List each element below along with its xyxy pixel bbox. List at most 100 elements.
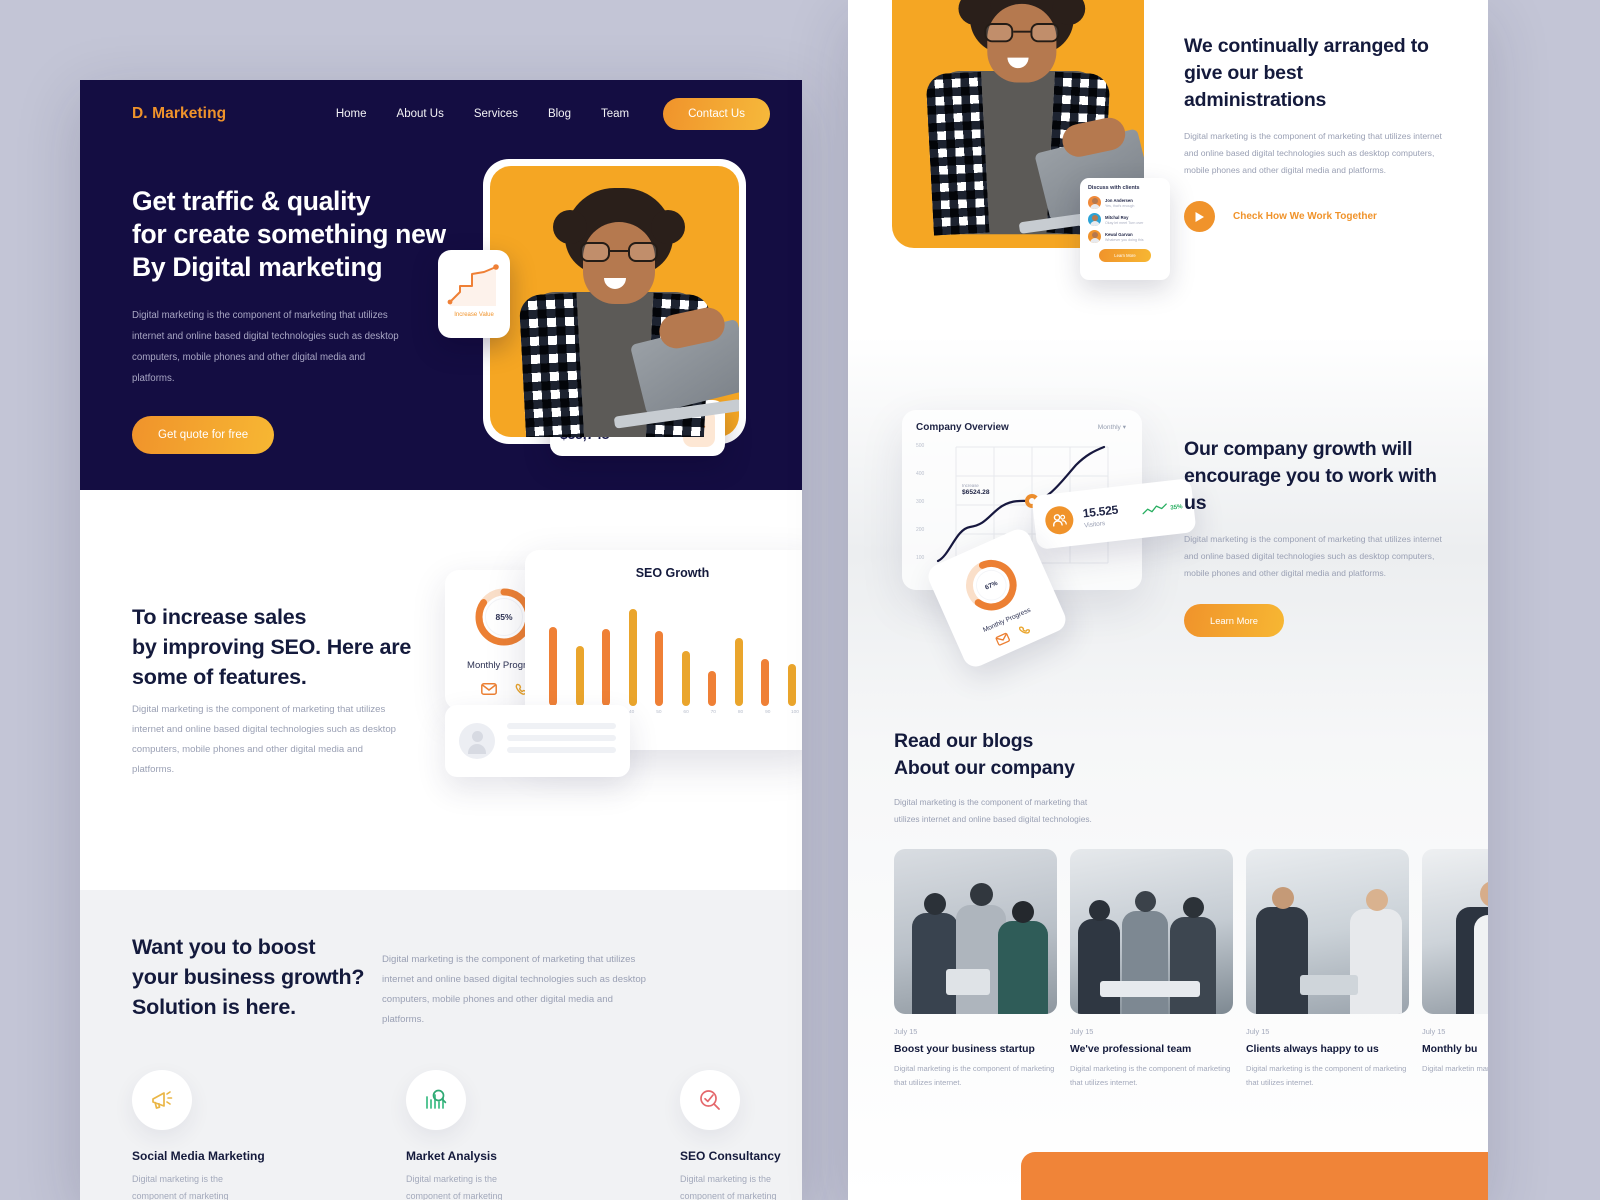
- seo-growth-title: SEO Growth: [635, 566, 710, 580]
- client-message: Okay let meet Turn over: [1105, 220, 1144, 225]
- service-card-seo-consultancy[interactable]: SEO Consultancy Digital marketing is the…: [680, 1070, 802, 1200]
- blog-card[interactable]: July 15 We've professional team Digital …: [1070, 849, 1233, 1090]
- bar-4: [628, 609, 637, 706]
- bar-9: [761, 658, 770, 706]
- service-text: Digital marketing is the component of ma…: [406, 1174, 503, 1200]
- company-growth-block: Our company growth will encourage you to…: [1184, 436, 1454, 637]
- bar-7: [708, 670, 717, 706]
- visitors-icon-wrap: [1043, 504, 1075, 536]
- company-growth-title-line-2: encourage you to work with us: [1184, 465, 1437, 514]
- blog-title: We've professional team: [1070, 1044, 1192, 1055]
- contact-us-button[interactable]: Contact Us: [663, 98, 770, 130]
- right-page-board: Discuss with clients Jon Andersen Yes, t…: [848, 0, 1488, 1200]
- nav-item-blog[interactable]: Blog: [548, 108, 571, 120]
- client-row[interactable]: Mitchal Roy Okay let meet Turn over: [1088, 213, 1162, 226]
- bar-chart-search-icon: [426, 1089, 447, 1109]
- footer-cta-band[interactable]: [1021, 1152, 1488, 1200]
- annotation-label: Increase: [962, 483, 979, 488]
- increase-value-card: Increase Value: [438, 250, 510, 338]
- play-video-button[interactable]: [1184, 201, 1215, 232]
- service-title: Market Analysis: [406, 1149, 497, 1163]
- blog-card[interactable]: July 15 Boost your business startup Digi…: [894, 849, 1057, 1090]
- company-growth-title-line-1: Our company growth will: [1184, 438, 1413, 460]
- x-tick: 100: [790, 710, 799, 715]
- visitors-value: 15.525: [1081, 502, 1119, 520]
- bar-6: [681, 651, 690, 706]
- nav-item-home[interactable]: Home: [336, 108, 367, 120]
- mail-icon[interactable]: [995, 632, 1011, 646]
- blogs-heading-block: Read our blogs About our company Digital…: [894, 728, 1488, 828]
- check-how-we-work-link[interactable]: Check How We Work Together: [1233, 211, 1377, 222]
- service-card-social-media-marketing[interactable]: Social Media Marketing Digital marketing…: [132, 1070, 267, 1200]
- y-tick: 300: [916, 499, 925, 505]
- chevron-down-icon: ▾: [1122, 424, 1126, 431]
- hero-title-line-3: By Digital marketing: [132, 252, 383, 282]
- seo-title-line-1: To increase sales: [132, 605, 307, 629]
- client-row[interactable]: Jon Andersen Yes, that's enough: [1088, 196, 1162, 209]
- increase-value-label: Increase Value: [454, 312, 494, 318]
- video-link-row: Check How We Work Together: [1184, 201, 1450, 232]
- bar-1: [549, 626, 557, 706]
- discuss-learn-more-button[interactable]: Learn More: [1099, 249, 1151, 262]
- company-overview-title: Company Overview: [916, 422, 1009, 433]
- y-tick: 400: [916, 471, 925, 477]
- blog-card[interactable]: July 15 Monthly bu Digital marketin mark…: [1422, 849, 1488, 1090]
- blog-date: July 15: [894, 1027, 918, 1036]
- service-text: Digital marketing is the component of ma…: [680, 1174, 777, 1200]
- blogs-title-line-1: Read our blogs: [894, 730, 1034, 752]
- blog-text: Digital marketing is the component of ma…: [1070, 1064, 1231, 1087]
- seo-growth-bars: [541, 596, 802, 706]
- blog-card[interactable]: July 15 Clients always happy to us Digit…: [1246, 849, 1409, 1090]
- x-tick: 70: [710, 710, 716, 715]
- company-overview-visual: Company Overview Monthly ▾ 500 400 300 2…: [884, 395, 1197, 675]
- blog-image: [1246, 849, 1409, 1014]
- blog-text: Digital marketin marketing that: [1422, 1064, 1488, 1073]
- boost-section-title: Want you to boost your business growth? …: [132, 932, 382, 1022]
- bar-8: [734, 637, 743, 706]
- client-row[interactable]: Kewal Garvan Whatever you doing this: [1088, 230, 1162, 243]
- megaphone-icon: [152, 1091, 173, 1109]
- discuss-card-title: Discuss with clients: [1088, 185, 1140, 191]
- nav-item-services[interactable]: Services: [474, 108, 518, 120]
- hero-copy: Get traffic & quality for create somethi…: [132, 185, 462, 454]
- company-overview-period-select[interactable]: Monthly ▾: [1098, 423, 1126, 431]
- service-title: SEO Consultancy: [680, 1149, 781, 1163]
- learn-more-button[interactable]: Learn More: [1184, 604, 1284, 637]
- visitors-percent: 35%: [1169, 502, 1183, 512]
- administrations-block: We continually arranged to give our best…: [1184, 33, 1450, 232]
- annotation-value: $6524.28: [962, 489, 990, 496]
- trend-line-icon: [1142, 503, 1167, 515]
- nav-item-about[interactable]: About Us: [397, 108, 444, 120]
- screenshot-stage: D. Marketing Home About Us Services Blog…: [0, 0, 1600, 1200]
- seo-features-section: To increase sales by improving SEO. Here…: [80, 490, 802, 890]
- service-title: Social Media Marketing: [132, 1149, 265, 1163]
- visitors-label: Visitors: [1083, 519, 1106, 529]
- nav-links: Home About Us Services Blog Team: [336, 108, 629, 120]
- blogs-title: Read our blogs About our company: [894, 728, 1488, 782]
- phone-icon[interactable]: [1018, 623, 1033, 638]
- bar-3: [602, 629, 611, 706]
- boost-title-line-2: your business growth?: [132, 965, 365, 989]
- client-name: Kewal Garvan: [1105, 231, 1133, 237]
- seo-title-line-3: some of features.: [132, 665, 307, 689]
- y-tick: 100: [916, 555, 925, 561]
- service-card-market-analysis[interactable]: Market Analysis Digital marketing is the…: [406, 1070, 541, 1200]
- boost-section-paragraph: Digital marketing is the component of ma…: [382, 954, 647, 1025]
- period-label: Monthly: [1097, 424, 1121, 431]
- company-growth-paragraph: Digital marketing is the component of ma…: [1184, 534, 1442, 578]
- avatar: [459, 723, 495, 759]
- nav-item-team[interactable]: Team: [601, 108, 629, 120]
- left-page-board: D. Marketing Home About Us Services Blog…: [80, 80, 802, 1200]
- y-tick: 200: [916, 527, 925, 533]
- get-quote-button[interactable]: Get quote for free: [132, 416, 275, 454]
- company-growth-title: Our company growth will encourage you to…: [1184, 436, 1454, 517]
- placeholder-lines: [507, 723, 616, 759]
- brand-logo[interactable]: D. Marketing: [132, 105, 226, 123]
- avatar: [1088, 196, 1101, 209]
- contact-placeholder-card: [445, 705, 630, 777]
- mail-icon[interactable]: [480, 683, 497, 695]
- x-tick: 80: [737, 710, 744, 715]
- services-list: Social Media Marketing Digital marketing…: [132, 1070, 802, 1200]
- avatar: [1088, 213, 1101, 226]
- blog-cards-row: July 15 Boost your business startup Digi…: [894, 849, 1488, 1090]
